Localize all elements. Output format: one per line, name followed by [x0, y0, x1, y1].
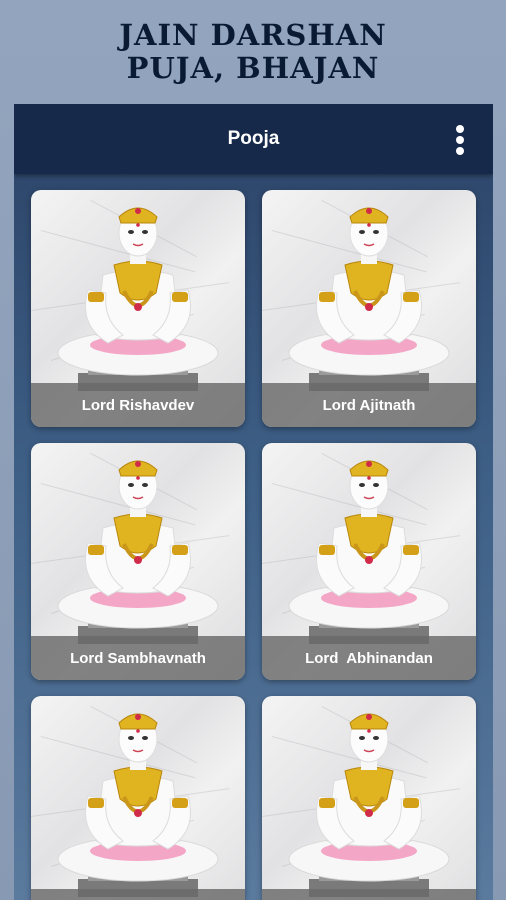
- deity-card-label: [31, 889, 245, 900]
- more-vert-icon[interactable]: [453, 125, 467, 155]
- deity-card[interactable]: Lord Sambhavnath: [31, 443, 245, 680]
- idol-image: [288, 713, 450, 897]
- deity-card[interactable]: Lord Abhinandan: [262, 443, 476, 680]
- idol-image: [288, 207, 450, 391]
- deity-card-label: Lord Rishavdev: [31, 383, 245, 427]
- phone-screen: Pooja Lord Rishavdev Lord Ajitnath Lord …: [14, 104, 493, 900]
- banner-title-line1: JAIN DARSHAN: [119, 18, 387, 52]
- deity-card[interactable]: [31, 696, 245, 900]
- app-bar: Pooja: [14, 104, 493, 174]
- deity-card-label: Lord Ajitnath: [262, 383, 476, 427]
- banner-title-line2: PUJA, BHAJAN: [126, 51, 380, 85]
- deity-card-label: Lord Abhinandan: [262, 636, 476, 680]
- deity-card[interactable]: [262, 696, 476, 900]
- deity-card-label: Lord Sambhavnath: [31, 636, 245, 680]
- deity-card[interactable]: Lord Ajitnath: [262, 190, 476, 427]
- idol-image: [288, 460, 450, 644]
- idol-image: [57, 713, 219, 897]
- idol-image: [57, 460, 219, 644]
- app-banner: JAIN DARSHAN PUJA, BHAJAN: [0, 0, 506, 104]
- deity-card-label: [262, 889, 476, 900]
- deity-card[interactable]: Lord Rishavdev: [31, 190, 245, 427]
- idol-image: [57, 207, 219, 391]
- page-title: Pooja: [227, 128, 280, 149]
